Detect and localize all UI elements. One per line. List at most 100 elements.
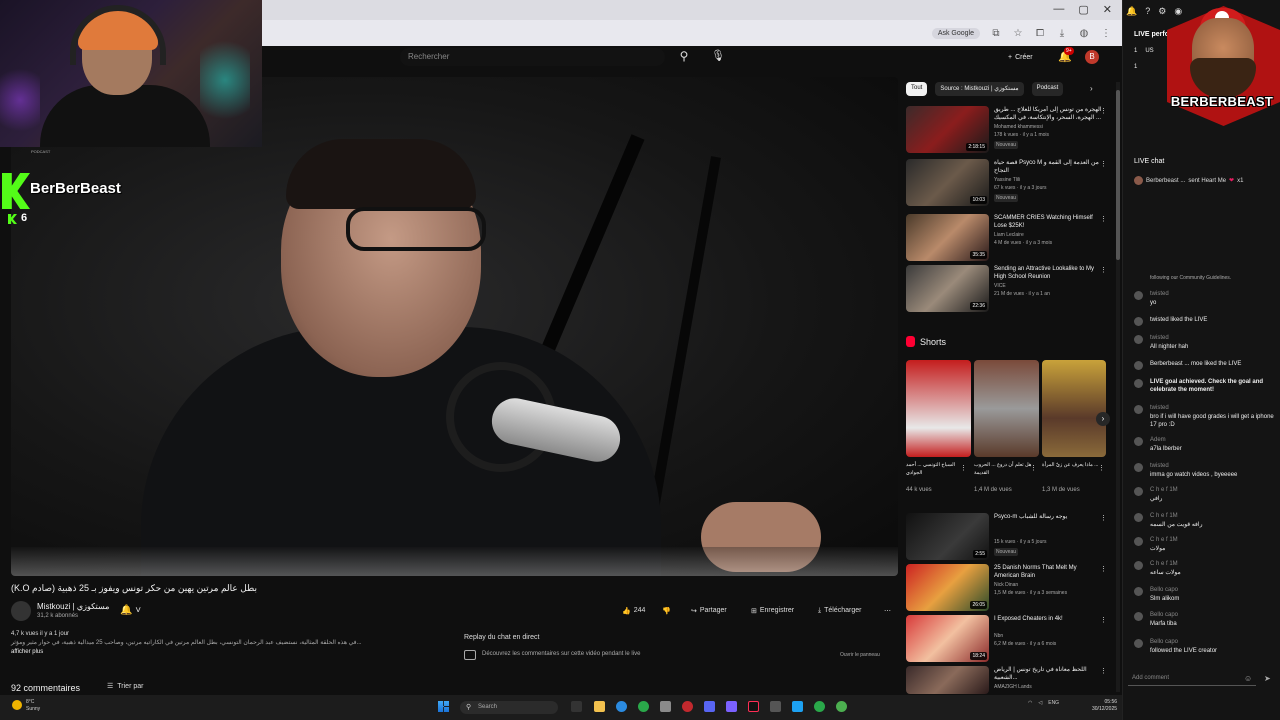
profile-icon[interactable]: ◉ [1174, 6, 1182, 17]
chat-username[interactable]: Bello capo [1150, 638, 1178, 646]
recommendation-item[interactable]: 22:36 Sending an Attractive Lookalike to… [906, 265, 1111, 313]
dislike-button[interactable]: 👎 [662, 604, 671, 617]
app-icon[interactable] [792, 701, 803, 712]
channel-name[interactable]: Mistkouzi | مستكوزي [37, 602, 109, 611]
chat-message[interactable]: Adem a7la lberber [1134, 436, 1274, 458]
microphone-icon[interactable]: 🎙 [711, 49, 725, 65]
chat-username[interactable]: twisted [1150, 334, 1169, 342]
short-thumbnail[interactable] [974, 360, 1039, 457]
screen-cast-icon[interactable]: ⧉ [990, 27, 1002, 39]
edge-icon[interactable] [616, 701, 627, 712]
help-icon[interactable]: ? [1145, 6, 1150, 17]
minimize-button[interactable]: — [1053, 3, 1064, 16]
video-player[interactable] [11, 77, 898, 576]
taskbar-clock[interactable]: 05:56 30/12/2025 [1092, 699, 1117, 713]
short-thumbnail[interactable] [1042, 360, 1106, 457]
recommendation-item[interactable]: اللحظ معاناة في تاريخ تونس | الرياض الشع… [906, 666, 1111, 694]
chat-message[interactable]: C h e f 1M رافه قويت من السمه [1134, 512, 1274, 534]
chat-message[interactable]: twisted yo [1134, 290, 1274, 312]
recommendation-item[interactable]: 10:03 قصة حياة Psyco M من العدمة إلى الق… [906, 159, 1111, 207]
volume-icon[interactable]: ◁ [1038, 700, 1042, 706]
profile-icon[interactable]: ◍ [1078, 27, 1090, 39]
sort-comments-button[interactable]: ☰ Trier par [107, 682, 143, 691]
recommendation-channel[interactable]: Liam Leclaire [994, 232, 1102, 238]
emoji-icon[interactable]: ☺ [1244, 674, 1252, 683]
download-button[interactable]: ⤓ Télécharger [818, 604, 861, 617]
subscription-bell-icon[interactable]: 🔔 ˅ [120, 605, 141, 616]
channel-avatar[interactable] [11, 601, 31, 621]
wifi-icon[interactable]: ◠ [1028, 700, 1032, 706]
chat-username[interactable]: twisted [1150, 462, 1169, 470]
save-button[interactable]: ⊞ Enregistrer [751, 604, 794, 617]
recommendation-item[interactable]: 2:18:15 الهجرة من تونس إلى أمريكا للعلاج… [906, 106, 1111, 154]
chip-podcast[interactable]: Podcast [1031, 82, 1064, 96]
chat-message[interactable]: C h e f 1M رافي [1134, 486, 1274, 508]
maximize-button[interactable]: ▢ [1078, 3, 1088, 16]
kebab-menu-icon[interactable]: ⋮ [960, 464, 967, 472]
recommendation-channel[interactable]: Nbn [994, 633, 1102, 639]
app-icon[interactable] [770, 701, 781, 712]
more-actions-icon[interactable]: ⋯ [884, 604, 891, 617]
chevron-right-icon[interactable]: › [1090, 84, 1093, 93]
chip-source[interactable]: Source : Mistkouzi | مستكوزي [935, 82, 1024, 96]
recommendation-title[interactable]: SCAMMER CRIES Watching Himself Lose $25K… [994, 214, 1102, 230]
recommendation-item[interactable]: 2:55 Psyco-m يوجه رسالة للشباب 15 k vues… [906, 513, 1111, 561]
chat-message[interactable]: C h e f 1M مولات ساعه [1134, 560, 1274, 582]
chat-message[interactable]: twisted bro if i will have good grades i … [1134, 404, 1274, 428]
video-thumbnail[interactable]: 10:03 [906, 159, 989, 206]
chat-comment-input[interactable]: Add comment [1128, 672, 1256, 686]
create-button[interactable]: + Créer [1008, 50, 1033, 64]
kebab-menu-icon[interactable]: ⋮ [1100, 160, 1107, 168]
recommendation-item[interactable]: 26:05 25 Danish Norms That Melt My Ameri… [906, 564, 1111, 612]
short-title[interactable]: هل تعلم أن دروع ... الحروب القديمة [974, 461, 1032, 477]
short-title[interactable]: ماذا يعرف عن زيّ المرأة ... [1042, 461, 1100, 469]
video-thumbnail[interactable]: 22:36 [906, 265, 989, 312]
chat-username[interactable]: Bello capo [1150, 586, 1178, 594]
kebab-menu-icon[interactable]: ⋮ [1100, 215, 1107, 223]
chat-username[interactable]: C h e f 1M [1150, 486, 1178, 494]
taskbar-search[interactable]: Search [460, 701, 558, 714]
kebab-menu-icon[interactable]: ⋮ [1098, 464, 1105, 472]
shorts-next-icon[interactable]: › [1096, 412, 1110, 426]
video-thumbnail[interactable]: 2:55 [906, 513, 989, 560]
kebab-menu-icon[interactable]: ⋮ [1100, 667, 1107, 675]
recommendation-channel[interactable]: VICE [994, 283, 1102, 289]
recommendation-title[interactable]: الهجرة من تونس إلى أمريكا للعلاج ... طري… [994, 106, 1102, 122]
chat-message[interactable]: Bello capo Marfa tiba [1134, 611, 1274, 633]
chat-username[interactable]: twisted [1150, 290, 1169, 298]
browser-menu-icon[interactable]: ⋮ [1100, 27, 1112, 39]
weather-sun-icon[interactable] [12, 700, 22, 710]
recommendation-channel[interactable]: Mohamed khammessi [994, 124, 1102, 130]
chat-username[interactable]: C h e f 1M [1150, 560, 1178, 568]
chat-message[interactable]: twisted imma go watch videos , byeeeee [1134, 462, 1274, 484]
kebab-menu-icon[interactable]: ⋮ [1100, 565, 1107, 573]
bookmark-star-icon[interactable]: ☆ [1012, 27, 1024, 39]
recommendation-item[interactable]: 18:24 I Exposed Cheaters in 4k! Nbn 6,2 … [906, 615, 1111, 663]
app-icon[interactable] [836, 701, 847, 712]
recommendation-channel[interactable]: Yassine Tlili [994, 177, 1102, 183]
chat-message[interactable]: twisted All nighter hah [1134, 334, 1274, 356]
discord-icon[interactable] [704, 701, 715, 712]
recommendation-title[interactable]: قصة حياة Psyco M من العدمة إلى القمة و ا… [994, 159, 1102, 175]
chrome-icon[interactable] [638, 701, 649, 712]
chat-message[interactable]: Bello capo Slm alikom [1134, 586, 1274, 608]
extensions-icon[interactable]: ⧠ [1034, 27, 1046, 39]
video-thumbnail[interactable]: 18:24 [906, 615, 989, 662]
recommendation-channel[interactable]: Nick Dinan [994, 582, 1102, 588]
show-more-link[interactable]: afficher plus [11, 648, 451, 657]
scrollbar-thumb[interactable] [1116, 90, 1120, 260]
chat-username[interactable]: Bello capo [1150, 611, 1178, 619]
video-thumbnail[interactable] [906, 666, 989, 694]
chat-username[interactable]: twisted [1150, 404, 1169, 412]
tiktok-icon[interactable] [748, 701, 759, 712]
like-button[interactable]: 👍 244 [622, 604, 645, 617]
weather-widget[interactable]: 8°C Sunny [26, 699, 40, 713]
search-icon[interactable]: ⚲ [676, 49, 692, 65]
short-title[interactable]: السباح التونسي ... أحمد الجوادي [906, 461, 964, 477]
recommendation-channel[interactable]: AMAZIGH Lands [994, 684, 1102, 690]
task-view-icon[interactable] [571, 701, 582, 712]
chat-username[interactable]: C h e f 1M [1150, 536, 1178, 544]
file-explorer-icon[interactable] [594, 701, 605, 712]
chrome-icon[interactable] [814, 701, 825, 712]
chat-username[interactable]: C h e f 1M [1150, 512, 1178, 520]
